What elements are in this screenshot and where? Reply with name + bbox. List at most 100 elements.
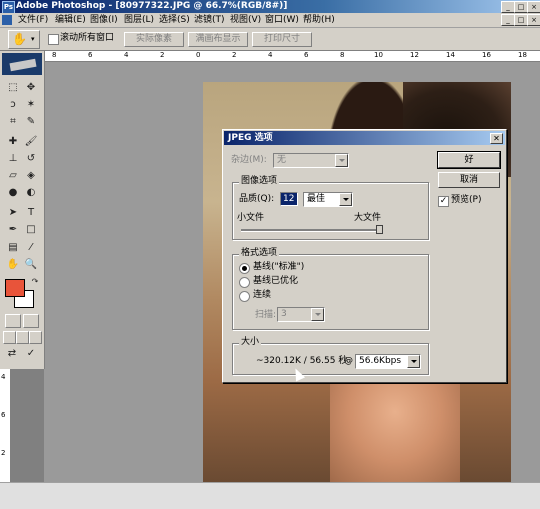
lasso-tool-icon[interactable]: ↄ	[6, 98, 20, 112]
print-size-button[interactable]: 打印尺寸	[252, 32, 312, 47]
ruler-label: 8	[52, 51, 57, 59]
eyedropper-tool-icon[interactable]: ⁄	[24, 241, 38, 255]
menu-window[interactable]: 窗口(W)	[265, 13, 299, 27]
baseline-standard-label: 基线("标准")	[253, 262, 305, 272]
ruler-label: 2	[1, 449, 6, 457]
screen-mode-standard-button[interactable]	[3, 331, 16, 344]
quality-value: 12	[283, 194, 295, 204]
hand-tool-icon[interactable]: ✋	[6, 258, 20, 272]
ruler-label: 6	[304, 51, 309, 59]
doc-minimize-button[interactable]: _	[501, 14, 515, 26]
ruler-label: 0	[196, 51, 201, 59]
menu-layer[interactable]: 图层(L)	[124, 13, 154, 27]
marquee-tool-icon[interactable]: ⬚	[6, 81, 20, 95]
ruler-label: 18	[518, 51, 527, 59]
screen-mode-full-button[interactable]	[29, 331, 42, 344]
notes-tool-icon[interactable]: ▤	[6, 241, 20, 255]
eraser-tool-icon[interactable]: ▱	[6, 169, 20, 183]
actual-pixels-button[interactable]: 实际像素	[124, 32, 184, 47]
progressive-radio[interactable]	[239, 291, 250, 302]
chevron-down-icon	[407, 355, 420, 368]
download-speed-value: 56.6Kbps	[359, 356, 402, 366]
fit-on-screen-button[interactable]: 满画布显示	[188, 32, 248, 47]
menu-file[interactable]: 文件(F)	[18, 13, 48, 27]
cancel-button[interactable]: 取消	[438, 172, 500, 188]
menu-help[interactable]: 帮助(H)	[303, 13, 335, 27]
vertical-ruler: 4 6 2	[0, 369, 11, 482]
menu-filter[interactable]: 滤镜(T)	[194, 13, 225, 27]
close-button[interactable]: ×	[527, 1, 540, 13]
chevron-down-icon: ▾	[31, 35, 35, 43]
quality-preset-value: 最佳	[307, 194, 326, 204]
ruler-label: 4	[124, 51, 129, 59]
scans-select[interactable]: 3	[277, 307, 325, 322]
hand-tool-preset[interactable]: ✋ ▾	[8, 30, 40, 49]
pen-tool-icon[interactable]: ✒	[6, 223, 20, 237]
ok-button[interactable]: 好	[437, 151, 501, 169]
preview-checkbox[interactable]: ✓	[438, 196, 449, 207]
brush-tool-icon[interactable]: 🖌	[24, 135, 38, 149]
paint-bucket-tool-icon[interactable]: ◈	[24, 169, 38, 183]
chevron-down-icon	[311, 308, 324, 321]
ruler-label: 6	[1, 411, 6, 419]
small-file-label: 小文件	[237, 213, 265, 223]
title-bar: Ps Adobe Photoshop - [80977322.JPG @ 66.…	[0, 0, 540, 14]
crop-tool-icon[interactable]: ⌗	[6, 115, 20, 129]
jpeg-options-dialog: JPEG 选项 ✕ 杂边(M): 无 图像选项 品质(Q): 12 最佳 小文件…	[222, 129, 507, 383]
progressive-label: 连续	[253, 290, 272, 300]
healing-brush-tool-icon[interactable]: ✚	[6, 135, 20, 149]
window-title: Adobe Photoshop - [80977322.JPG @ 66.7%(…	[16, 1, 288, 11]
matte-select[interactable]: 无	[273, 153, 349, 168]
menu-bar: 文件(F) 编辑(E) 图像(I) 图层(L) 选择(S) 滤镜(T) 视图(V…	[0, 13, 540, 28]
feather-icon	[9, 58, 37, 72]
imageready-icon[interactable]: ✓	[24, 347, 38, 361]
status-area	[0, 482, 540, 509]
menu-edit[interactable]: 编辑(E)	[55, 13, 86, 27]
screen-mode-full-menu-button[interactable]	[16, 331, 29, 344]
maximize-button[interactable]: □	[514, 1, 528, 13]
move-tool-icon[interactable]: ✥	[24, 81, 38, 95]
dialog-close-button[interactable]: ✕	[490, 133, 503, 144]
clone-stamp-tool-icon[interactable]: ⊥	[6, 152, 20, 166]
ruler-label: 16	[482, 51, 491, 59]
quality-preset-select[interactable]: 最佳	[303, 192, 353, 207]
format-options-label: 格式选项	[239, 248, 280, 259]
doc-restore-button[interactable]: □	[514, 14, 528, 26]
magic-wand-tool-icon[interactable]: ✶	[24, 98, 38, 112]
scroll-all-windows-checkbox[interactable]	[48, 34, 59, 45]
ruler-label: 12	[410, 51, 419, 59]
minimize-button[interactable]: _	[501, 1, 515, 13]
baseline-standard-radio[interactable]	[239, 263, 250, 274]
baseline-optimized-radio[interactable]	[239, 277, 250, 288]
scans-value: 3	[281, 309, 287, 319]
status-divider	[0, 482, 540, 483]
size-label: 大小	[239, 337, 262, 348]
ruler-label: 4	[1, 373, 6, 381]
blur-tool-icon[interactable]: ●	[6, 186, 20, 200]
shape-tool-icon[interactable]: □	[24, 223, 38, 237]
type-tool-icon[interactable]: T	[24, 206, 38, 220]
jump-to-imageready-icon[interactable]: ⇄	[5, 347, 19, 361]
quality-slider-track[interactable]	[241, 229, 379, 232]
ruler-label: 14	[446, 51, 455, 59]
chevron-down-icon	[339, 193, 352, 206]
standard-mode-button[interactable]	[5, 314, 21, 328]
menu-select[interactable]: 选择(S)	[159, 13, 190, 27]
menu-image[interactable]: 图像(I)	[90, 13, 118, 27]
path-selection-tool-icon[interactable]: ➤	[6, 206, 20, 220]
quality-input[interactable]: 12	[280, 192, 298, 206]
history-brush-tool-icon[interactable]: ↺	[24, 152, 38, 166]
doc-close-button[interactable]: ×	[527, 14, 540, 26]
quality-slider-thumb[interactable]	[376, 225, 383, 234]
slice-tool-icon[interactable]: ✎	[24, 115, 38, 129]
download-speed-select[interactable]: 56.6Kbps	[355, 354, 421, 369]
foreground-color-swatch[interactable]	[5, 279, 25, 297]
size-estimate: ~320.12K / 56.55 秒	[256, 356, 348, 366]
menu-view[interactable]: 视图(V)	[230, 13, 261, 27]
scroll-all-windows-label: 滚动所有窗口	[60, 33, 115, 43]
swap-colors-icon[interactable]: ↷	[28, 275, 42, 289]
dodge-tool-icon[interactable]: ◐	[24, 186, 38, 200]
quick-mask-mode-button[interactable]	[23, 314, 39, 328]
size-at-label: @	[344, 356, 353, 366]
zoom-tool-icon[interactable]: 🔍	[24, 258, 38, 272]
